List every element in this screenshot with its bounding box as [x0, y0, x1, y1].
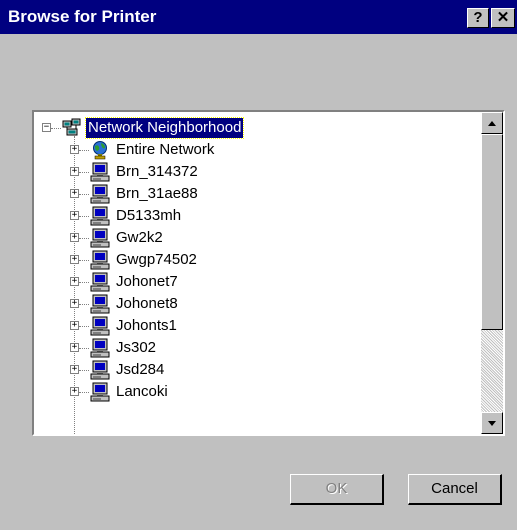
- window-title: Browse for Printer: [8, 7, 157, 26]
- tree-item-label[interactable]: Gwgp74502: [114, 250, 199, 270]
- expand-toggle[interactable]: +: [70, 343, 79, 352]
- computer-icon: [90, 360, 110, 380]
- tree-connector-line: [79, 370, 89, 371]
- tree-connector-line: [79, 282, 89, 283]
- tree-connector-line: [79, 238, 89, 239]
- expand-toggle[interactable]: +: [70, 387, 79, 396]
- tree-connector-line: [79, 194, 89, 195]
- tree-rows: − Network Neighborhood + Entire Network …: [34, 112, 474, 434]
- globe-icon: [90, 140, 110, 160]
- tree-item-label[interactable]: Entire Network: [114, 140, 216, 160]
- tree-item-label[interactable]: Js302: [114, 338, 158, 358]
- ok-button[interactable]: OK: [290, 474, 384, 505]
- arrow-up-icon: [488, 121, 496, 126]
- computer-icon: [90, 206, 110, 226]
- tree-connector-line: [79, 392, 89, 393]
- computer-icon: [90, 162, 110, 182]
- close-button[interactable]: ✕: [491, 8, 515, 28]
- tree-item-label[interactable]: Jsd284: [114, 360, 166, 380]
- scroll-down-button[interactable]: [481, 412, 503, 434]
- title-bar[interactable]: Browse for Printer ? ✕: [0, 0, 517, 34]
- collapse-toggle[interactable]: −: [42, 123, 51, 132]
- tree-connector-line: [79, 326, 89, 327]
- expand-toggle[interactable]: +: [70, 211, 79, 220]
- cancel-button[interactable]: Cancel: [408, 474, 502, 505]
- network-tree-view[interactable]: − Network Neighborhood + Entire Network …: [32, 110, 505, 436]
- expand-toggle[interactable]: +: [70, 145, 79, 154]
- network-neighborhood-icon: [62, 118, 82, 138]
- computer-icon: [90, 184, 110, 204]
- tree-item-label[interactable]: Johonet8: [114, 294, 180, 314]
- browse-for-printer-dialog: Browse for Printer ? ✕ − Network Neighbo…: [0, 0, 517, 530]
- computer-icon: [90, 382, 110, 402]
- tree-item-label[interactable]: Brn_314372: [114, 162, 200, 182]
- expand-toggle[interactable]: +: [70, 255, 79, 264]
- computer-icon: [90, 228, 110, 248]
- tree-item-label[interactable]: Gw2k2: [114, 228, 165, 248]
- computer-icon: [90, 316, 110, 336]
- expand-toggle[interactable]: +: [70, 321, 79, 330]
- expand-toggle[interactable]: +: [70, 277, 79, 286]
- computer-icon: [90, 272, 110, 292]
- tree-connector-line: [79, 172, 89, 173]
- tree-item-label[interactable]: Lancoki: [114, 382, 170, 402]
- computer-icon: [90, 338, 110, 358]
- computer-icon: [90, 294, 110, 314]
- expand-toggle[interactable]: +: [70, 299, 79, 308]
- tree-connector-line: [79, 216, 89, 217]
- tree-item-label[interactable]: Johonts1: [114, 316, 179, 336]
- vertical-scrollbar[interactable]: [481, 112, 503, 434]
- help-button[interactable]: ?: [467, 8, 489, 28]
- expand-toggle[interactable]: +: [70, 233, 79, 242]
- tree-connector-line: [79, 150, 89, 151]
- tree-connector-line: [51, 128, 61, 129]
- tree-connector-line: [79, 260, 89, 261]
- computer-icon: [90, 250, 110, 270]
- tree-root-label[interactable]: Network Neighborhood: [84, 117, 245, 139]
- tree-connector-line: [79, 304, 89, 305]
- tree-item-label[interactable]: Brn_31ae88: [114, 184, 200, 204]
- expand-toggle[interactable]: +: [70, 365, 79, 374]
- tree-item-label[interactable]: Johonet7: [114, 272, 180, 292]
- expand-toggle[interactable]: +: [70, 167, 79, 176]
- expand-toggle[interactable]: +: [70, 189, 79, 198]
- tree-item-label[interactable]: D5133mh: [114, 206, 183, 226]
- close-icon: ✕: [496, 9, 510, 26]
- scroll-up-button[interactable]: [481, 112, 503, 134]
- scrollbar-thumb[interactable]: [481, 134, 503, 330]
- arrow-down-icon: [488, 421, 496, 426]
- tree-connector-line: [79, 348, 89, 349]
